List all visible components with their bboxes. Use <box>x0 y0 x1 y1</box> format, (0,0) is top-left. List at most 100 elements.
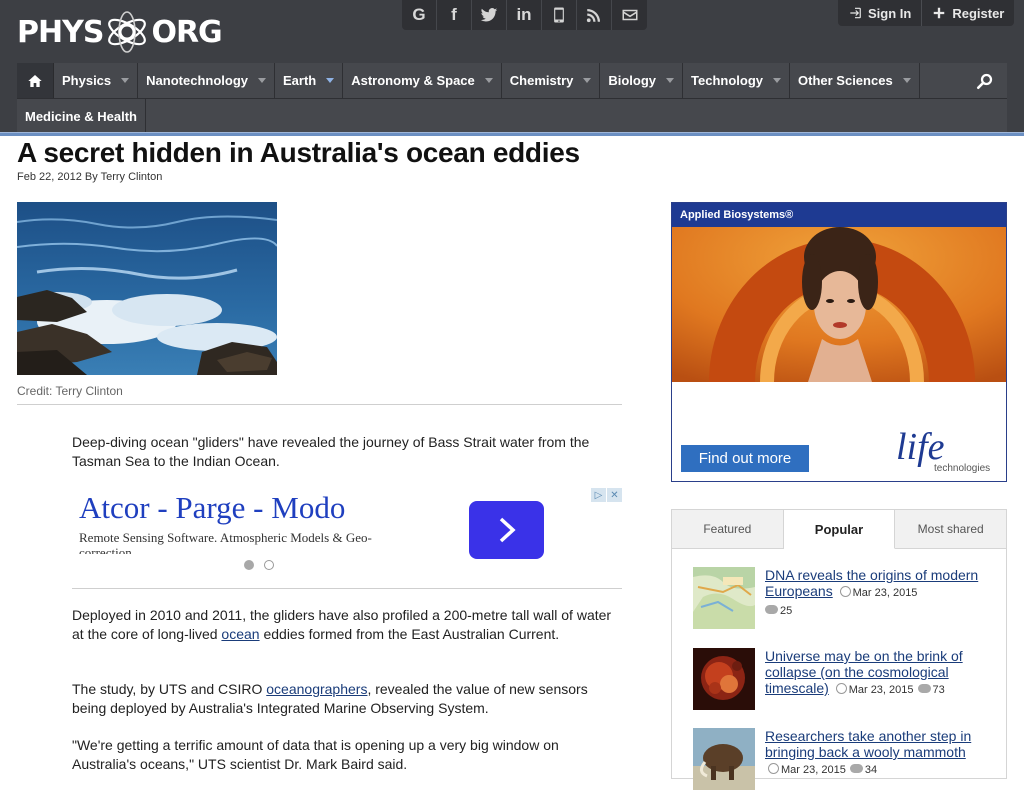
nav-item-physics[interactable]: Physics <box>54 63 139 98</box>
nav-item-astronomy-space[interactable]: Astronomy & Space <box>343 63 502 98</box>
email-icon[interactable] <box>612 0 647 30</box>
text: The study, by UTS and CSIRO <box>72 681 267 697</box>
ad-choices-icon[interactable]: ▷ <box>591 488 606 502</box>
tab-featured[interactable]: Featured <box>672 510 784 549</box>
stories-tabs: Featured Popular Most shared <box>672 510 1007 549</box>
nav-item-chemistry[interactable]: Chemistry <box>501 63 601 98</box>
chevron-down-icon <box>583 78 592 83</box>
nav-item-medicine-health[interactable]: Medicine & Health <box>17 99 146 134</box>
nav-item-earth[interactable]: Earth <box>275 63 344 98</box>
divider <box>72 588 622 589</box>
chevron-down-icon <box>773 78 782 83</box>
article-byline: Feb 22, 2012 By Terry Clinton <box>17 171 163 183</box>
inline-ad-arrow-button[interactable] <box>469 501 544 559</box>
register-label: Register <box>952 5 1005 21</box>
clock-icon <box>768 763 779 774</box>
comment-icon <box>849 764 863 773</box>
article-paragraph-2: Deployed in 2010 and 2011, the gliders h… <box>72 606 622 644</box>
facebook-icon[interactable]: f <box>437 0 472 30</box>
header-divider <box>0 132 1024 136</box>
find-out-more-button[interactable]: Find out more <box>681 445 809 472</box>
oceanographers-link[interactable]: oceanographers <box>266 681 367 697</box>
nav-item-nanotechnology[interactable]: Nanotechnology <box>138 63 275 98</box>
story-thumbnail[interactable] <box>693 567 755 629</box>
comment-icon <box>765 605 778 614</box>
story-link[interactable]: Researchers take another step in bringin… <box>765 728 971 760</box>
sidebar-ad[interactable]: Applied Biosystems® Find out more life t… <box>671 202 1007 482</box>
chevron-down-icon <box>121 78 130 83</box>
nav-spacer <box>145 99 1007 133</box>
home-icon[interactable] <box>17 63 54 98</box>
chevron-down-icon <box>902 78 911 83</box>
pager-dot-active[interactable] <box>244 560 254 570</box>
inline-ad[interactable]: Atcor - Parge - Modo Remote Sensing Soft… <box>72 488 622 580</box>
google-plus-icon[interactable]: G <box>402 0 437 30</box>
nav-item-technology[interactable]: Technology <box>683 63 791 98</box>
article-image[interactable] <box>17 202 277 375</box>
twitter-icon[interactable] <box>472 0 507 30</box>
story-date: Mar 23, 2015 <box>781 764 846 776</box>
chevron-down-icon <box>484 78 493 83</box>
clock-icon <box>839 586 851 597</box>
story-meta: Mar 23, 2015 <box>837 586 918 599</box>
nav-label: Chemistry <box>509 73 574 88</box>
logo-text-right: ORG <box>151 14 222 50</box>
comment-count: 73 <box>932 684 945 696</box>
mobile-icon[interactable] <box>542 0 577 30</box>
article-title: A secret hidden in Australia's ocean edd… <box>17 137 580 168</box>
article-paragraph-3: The study, by UTS and CSIRO oceanographe… <box>72 680 622 718</box>
nav-spacer <box>919 63 963 98</box>
comment-icon <box>917 684 931 693</box>
divider <box>17 404 622 405</box>
image-credit: Credit: Terry Clinton <box>17 384 123 398</box>
pager-dot[interactable] <box>264 560 274 570</box>
rss-icon[interactable] <box>577 0 612 30</box>
site-logo[interactable]: PHYS ORG <box>17 8 223 56</box>
ad-pager <box>244 560 274 570</box>
logo-sub: technologies <box>934 463 991 474</box>
auth-bar: Sign In Register <box>838 0 1015 26</box>
chevron-down-icon <box>258 78 266 83</box>
comment-count: 34 <box>864 764 878 776</box>
chevron-down-icon <box>666 78 675 83</box>
nav-item-other-sciences[interactable]: Other Sciences <box>790 63 920 98</box>
ad-portrait-image <box>672 227 1006 382</box>
ad-choices[interactable]: ▷ ✕ <box>591 488 622 502</box>
linkedin-icon[interactable]: in <box>507 0 542 30</box>
nav-label: Earth <box>283 73 317 88</box>
story-meta: Mar 23, 2015 73 <box>833 683 945 696</box>
close-icon[interactable]: ✕ <box>607 488 622 502</box>
nav-label: Physics <box>62 73 112 88</box>
tab-popular[interactable]: Popular <box>783 510 896 549</box>
main-nav: Physics Nanotechnology Earth Astronomy &… <box>17 63 1007 134</box>
atom-icon <box>108 11 147 53</box>
story-thumbnail[interactable] <box>693 648 755 710</box>
story-thumbnail[interactable] <box>693 728 755 790</box>
stories-panel: Featured Popular Most shared DNA reveals… <box>671 509 1007 790</box>
story-text: DNA reveals the origins of modern Europe… <box>765 567 993 619</box>
search-icon[interactable] <box>963 63 1007 98</box>
inline-ad-subtitle: Remote Sensing Software. Atmospheric Mod… <box>79 530 372 554</box>
site-header: PHYS ORG G f in Sign In Register Physics… <box>0 0 1024 136</box>
sign-in-button[interactable]: Sign In <box>838 0 923 26</box>
nav-label: Nanotechnology <box>146 73 248 88</box>
story-meta: Mar 23, 2015 34 <box>765 763 878 776</box>
chevron-right-icon <box>499 517 516 543</box>
chevron-down-icon <box>326 78 335 83</box>
article-paragraph-4: "We're getting a terrific amount of data… <box>72 737 559 772</box>
tab-most-shared[interactable]: Most shared <box>895 510 1007 549</box>
social-bar: G f in <box>402 0 647 30</box>
plus-icon <box>934 7 945 19</box>
mammoth-thumbnail <box>693 728 755 790</box>
inline-ad-title[interactable]: Atcor - Parge - Modo <box>79 490 345 526</box>
nav-item-biology[interactable]: Biology <box>600 63 684 98</box>
story-text: Universe may be on the brink of collapse… <box>765 648 993 698</box>
nav-label: Technology <box>691 73 764 88</box>
story-date: Mar 23, 2015 <box>852 587 918 599</box>
register-button[interactable]: Register <box>922 0 1015 26</box>
clock-icon <box>835 683 847 694</box>
sign-in-icon <box>850 7 861 19</box>
ocean-link[interactable]: ocean <box>221 626 259 642</box>
life-technologies-logo: life technologies <box>894 425 1004 477</box>
nav-label: Medicine & Health <box>25 109 137 124</box>
